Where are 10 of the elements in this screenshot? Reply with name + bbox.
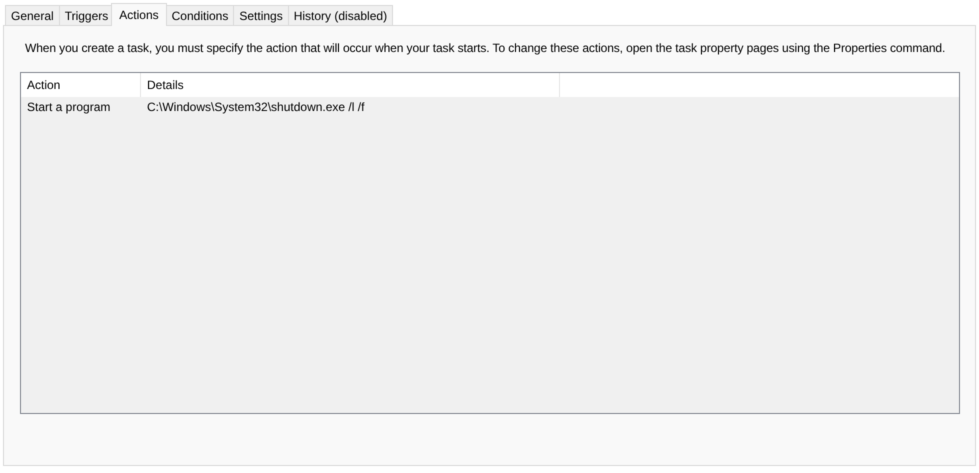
tab[interactable]: General (5, 5, 60, 25)
tab[interactable]: Actions (111, 3, 167, 26)
table-cell-text: C:\Windows\System32\shutdown.exe /l /f (146, 99, 366, 116)
description-text: When you create a task, you must specify the action that will occur when your task starts. To change these actions, open the task property pages using the Properties command. (25, 40, 946, 56)
tab[interactable]: History (disabled) (288, 5, 394, 25)
column-header[interactable]: Action (21, 73, 141, 97)
column-header[interactable]: Details (141, 73, 560, 97)
tab[interactable]: Settings (233, 5, 289, 25)
tab[interactable]: Conditions (166, 5, 234, 25)
table-cell-text: Start a program (26, 99, 112, 116)
